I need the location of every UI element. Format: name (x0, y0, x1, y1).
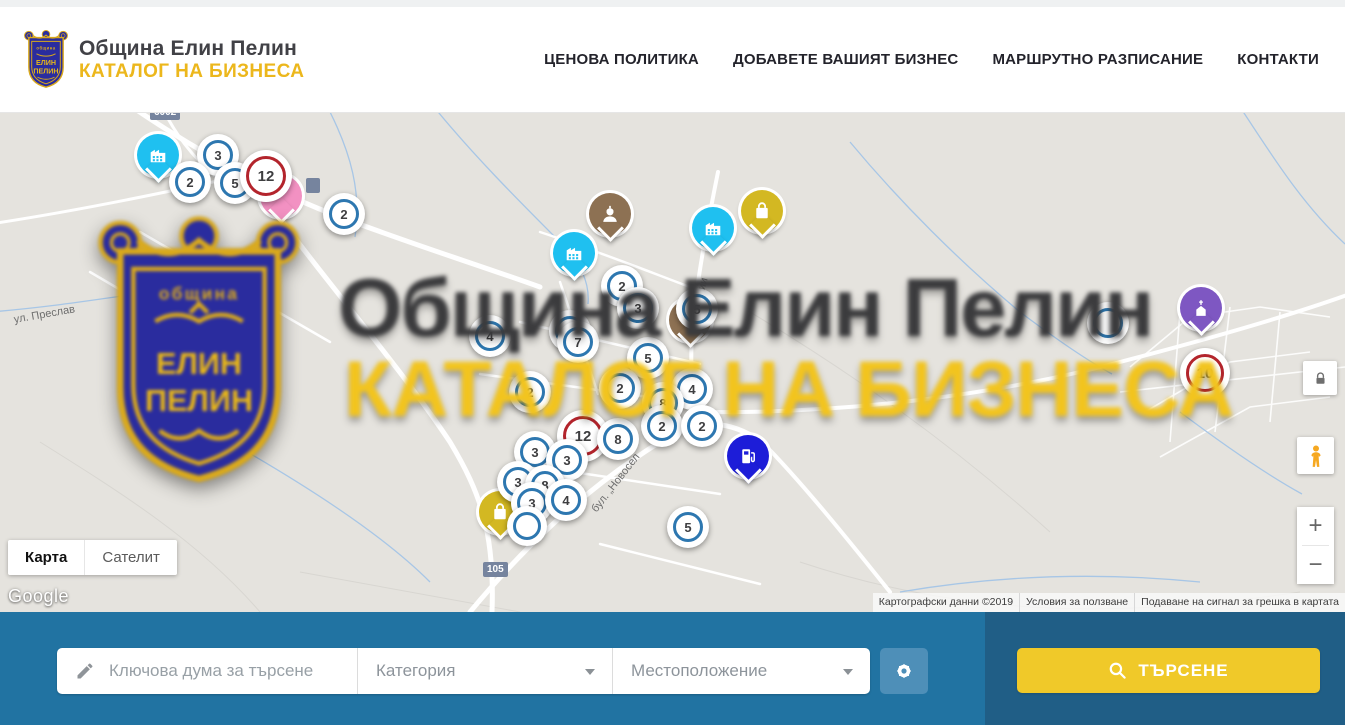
municipality-crest-icon: община ЕЛИН ПЕЛИН (22, 29, 70, 90)
map-cluster[interactable]: 2 (169, 161, 211, 203)
search-submit-label: ТЪРСЕНЕ (1138, 661, 1228, 681)
pencil-icon (75, 661, 95, 681)
search-icon (1108, 661, 1127, 680)
map-type-map-button[interactable]: Карта (8, 540, 84, 575)
lock-icon (1313, 371, 1328, 386)
map-cluster[interactable]: 7 (557, 321, 599, 363)
svg-text:община: община (36, 45, 55, 50)
location-select[interactable]: Местоположение (612, 648, 870, 694)
site-header: община ЕЛИН ПЕЛИН Община Елин Пелин КАТА… (0, 7, 1345, 113)
svg-text:ПЕЛИН: ПЕЛИН (33, 67, 58, 75)
zoom-control: + − (1297, 507, 1334, 584)
zoom-in-button[interactable]: + (1297, 507, 1334, 545)
map-type-control: Карта Сателит (8, 540, 177, 575)
location-select-label: Местоположение (631, 661, 767, 681)
map-cluster[interactable]: 10 (1180, 348, 1230, 398)
map-cluster[interactable] (1087, 302, 1129, 344)
map-attribution: Картографски данни ©2019 Условия за полз… (873, 593, 1345, 612)
keyword-input[interactable] (107, 660, 341, 682)
map-cluster[interactable]: 5 (676, 288, 718, 330)
street-name-label: ул. Преслав (13, 303, 76, 326)
map-cluster[interactable]: 2 (681, 405, 723, 447)
map-pin-factory[interactable] (553, 232, 595, 274)
map-type-satellite-button[interactable]: Сателит (84, 540, 177, 575)
map-cluster[interactable]: 2 (323, 193, 365, 235)
street-view-pegman-button[interactable] (1297, 437, 1334, 474)
map-cluster[interactable]: 2 (599, 367, 641, 409)
map-pin-bag[interactable] (741, 190, 783, 232)
road-number-label: 6002 (150, 112, 180, 120)
map-pin-fuel[interactable] (727, 435, 769, 477)
attribution-terms-link[interactable]: Условия за ползване (1019, 593, 1134, 612)
category-select-label: Категория (376, 661, 455, 681)
map-cluster[interactable]: 3 (617, 287, 659, 329)
map-canvas[interactable]: 32512223564752248221283338345106002105ул… (0, 112, 1345, 612)
map-pin-church[interactable] (1180, 287, 1222, 329)
search-submit-button[interactable]: ТЪРСЕНЕ (1017, 648, 1320, 693)
keyword-field[interactable] (57, 648, 357, 694)
map-cluster[interactable]: 5 (667, 506, 709, 548)
zoom-out-button[interactable]: − (1297, 546, 1334, 584)
chevron-down-icon (585, 669, 595, 675)
search-bar: Категория Местоположение ТЪРСЕНЕ (0, 612, 1345, 725)
attribution-report-error-link[interactable]: Подаване на сигнал за грешка в картата (1134, 593, 1345, 612)
nav-contacts[interactable]: КОНТАКТИ (1237, 51, 1319, 68)
map-cluster[interactable]: 4 (545, 479, 587, 521)
lock-button[interactable] (1303, 361, 1337, 395)
street-name-label: бул. „Новосел (589, 451, 642, 514)
site-subtitle: КАТАЛОГ НА БИЗНЕСА (79, 61, 304, 83)
road-number-label: 105 (483, 562, 508, 577)
map-cluster[interactable]: 4 (469, 315, 511, 357)
map-cluster[interactable]: 12 (240, 150, 292, 202)
category-select[interactable]: Категория (357, 648, 612, 694)
map-cluster[interactable]: 8 (597, 418, 639, 460)
window-top-strip (0, 0, 1345, 7)
advanced-settings-button[interactable] (880, 648, 928, 694)
map-cluster[interactable]: 2 (509, 371, 551, 413)
nav-pricing-policy[interactable]: ЦЕНОВА ПОЛИТИКА (544, 51, 699, 68)
map-pin-worker[interactable] (589, 193, 631, 235)
pegman-icon (1306, 444, 1326, 468)
nav-add-your-business[interactable]: ДОБАВЕТЕ ВАШИЯТ БИЗНЕС (733, 51, 958, 68)
map-markers: 32512223564752248221283338345106002105ул… (0, 112, 1345, 612)
site-title: Община Елин Пелин (79, 37, 304, 61)
road-number-label (306, 178, 320, 193)
map-cluster[interactable]: 2 (641, 405, 683, 447)
svg-text:ЕЛИН: ЕЛИН (36, 59, 56, 67)
map-cluster[interactable] (507, 506, 547, 546)
main-nav: ЦЕНОВА ПОЛИТИКА ДОБАВЕТЕ ВАШИЯТ БИЗНЕС М… (544, 51, 1319, 68)
gear-icon (892, 659, 916, 683)
search-fields-group: Категория Местоположение (57, 648, 870, 694)
nav-route-schedule[interactable]: МАРШРУТНО РАЗПИСАНИЕ (992, 51, 1203, 68)
google-logo[interactable]: Google (8, 586, 69, 607)
chevron-down-icon (843, 669, 853, 675)
site-logo[interactable]: община ЕЛИН ПЕЛИН Община Елин Пелин КАТА… (22, 29, 304, 90)
attribution-copyright: Картографски данни ©2019 (873, 593, 1019, 612)
map-pin-factory[interactable] (692, 207, 734, 249)
